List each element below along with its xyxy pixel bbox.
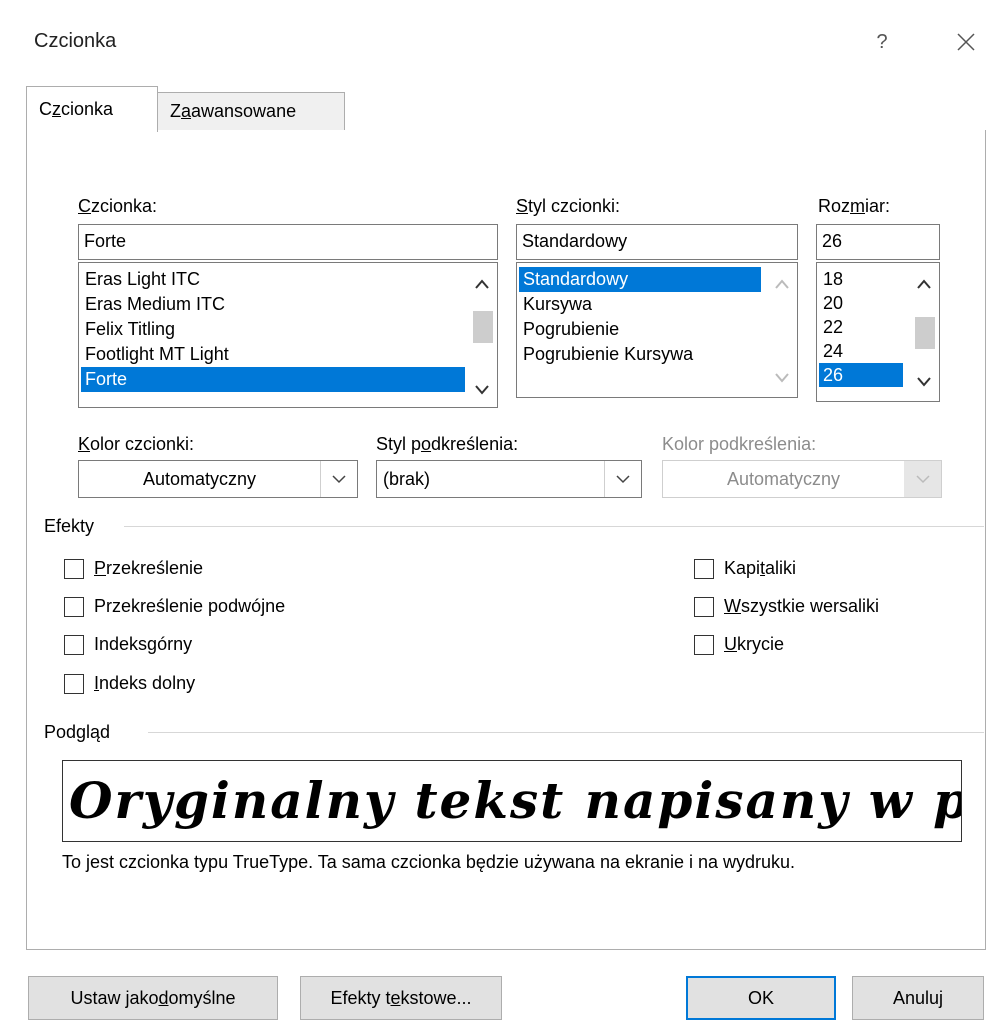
checkbox-hidden[interactable]: Ukrycie <box>694 634 784 655</box>
font-input[interactable]: Forte <box>78 224 498 260</box>
size-list[interactable]: 18 20 22 24 26 <box>816 262 940 402</box>
list-item-selected[interactable]: Standardowy <box>519 267 761 292</box>
preview-sample-text: Oryginalny tekst napisany w pl <box>69 771 962 830</box>
cancel-button[interactable]: Anuluj <box>852 976 984 1020</box>
list-item[interactable]: 20 <box>819 291 903 315</box>
list-item-selected[interactable]: Forte <box>81 367 465 392</box>
close-icon <box>957 33 975 51</box>
help-icon: ? <box>876 30 888 53</box>
font-list-scrollbar[interactable] <box>467 263 497 407</box>
font-color-label: Kolor czcionki: <box>78 434 195 454</box>
scroll-thumb[interactable] <box>473 311 493 343</box>
style-input[interactable]: Standardowy <box>516 224 798 260</box>
list-item[interactable]: 18 <box>819 267 903 291</box>
font-label: Czcionka: <box>78 196 158 216</box>
list-item[interactable]: 24 <box>819 339 903 363</box>
window-title: Czcionka <box>34 30 117 52</box>
effects-divider <box>124 526 984 527</box>
list-item[interactable]: Felix Titling <box>81 317 465 342</box>
checkbox-all-caps[interactable]: Wszystkie wersaliki <box>694 596 879 617</box>
preview-divider <box>148 732 984 733</box>
list-item[interactable]: Kursywa <box>519 292 761 317</box>
style-list-scrollbar[interactable] <box>767 263 797 397</box>
underline-style-label: Styl podkreślenia: <box>376 434 519 454</box>
scroll-up-icon[interactable] <box>767 269 797 299</box>
set-default-button[interactable]: Ustaw jako d omyślne <box>28 976 278 1020</box>
scroll-thumb[interactable] <box>915 317 935 349</box>
scroll-up-icon[interactable] <box>909 269 939 299</box>
preview-description: To jest czcionka typu TrueType. Ta sama … <box>62 852 796 872</box>
chevron-down-icon[interactable] <box>604 461 641 497</box>
font-list[interactable]: Eras Light ITC Eras Medium ITC Felix Tit… <box>78 262 498 408</box>
ok-button[interactable]: OK <box>686 976 836 1020</box>
underline-style-combo[interactable]: (brak) <box>376 460 642 498</box>
style-list[interactable]: Standardowy Kursywa Pogrubienie Pogrubie… <box>516 262 798 398</box>
scroll-down-icon[interactable] <box>909 367 939 397</box>
size-input[interactable]: 26 <box>816 224 940 260</box>
close-button[interactable] <box>946 22 986 62</box>
style-label: Styl czcionki: <box>516 196 621 216</box>
checkbox-subscript[interactable]: Indeks dolny <box>64 673 195 694</box>
scroll-down-icon[interactable] <box>467 375 497 405</box>
size-label: Rozmiar: <box>818 196 891 216</box>
list-item[interactable]: Pogrubienie Kursywa <box>519 342 761 367</box>
chevron-down-icon <box>904 461 941 497</box>
scroll-down-icon[interactable] <box>767 363 797 393</box>
checkbox-double-strikethrough[interactable]: Przekreślenie podwó j ne <box>64 596 285 617</box>
font-color-combo[interactable]: Automatyczny <box>78 460 358 498</box>
tab-zaawansowane[interactable]: Za awansowane <box>157 92 345 130</box>
chevron-down-icon[interactable] <box>320 461 357 497</box>
list-item[interactable]: 22 <box>819 315 903 339</box>
list-item[interactable]: Eras Medium ITC <box>81 292 465 317</box>
underline-color-label: Kolor podkreślenia: <box>662 434 817 454</box>
size-list-scrollbar[interactable] <box>909 263 939 401</box>
list-item-selected[interactable]: 26 <box>819 363 903 387</box>
preview-title: Podgląd <box>44 722 111 742</box>
list-item[interactable]: Footlight MT Light <box>81 342 465 367</box>
tab-czcionka[interactable]: Cz cionka <box>26 86 158 132</box>
checkbox-strikethrough[interactable]: Przekreślenie <box>64 558 203 579</box>
list-item[interactable]: Eras Light ITC <box>81 267 465 292</box>
text-effects-button[interactable]: Efekty t e kstowe... <box>300 976 502 1020</box>
underline-color-combo: Automatyczny <box>662 460 942 498</box>
scroll-up-icon[interactable] <box>467 269 497 299</box>
help-button[interactable]: ? <box>862 22 902 62</box>
effects-title: Efekty <box>44 516 95 536</box>
checkbox-superscript[interactable]: Indeks g órny <box>64 634 192 655</box>
checkbox-small-caps[interactable]: Kapi t aliki <box>694 558 796 579</box>
list-item[interactable]: Pogrubienie <box>519 317 761 342</box>
preview-box: Oryginalny tekst napisany w pl <box>62 760 962 842</box>
